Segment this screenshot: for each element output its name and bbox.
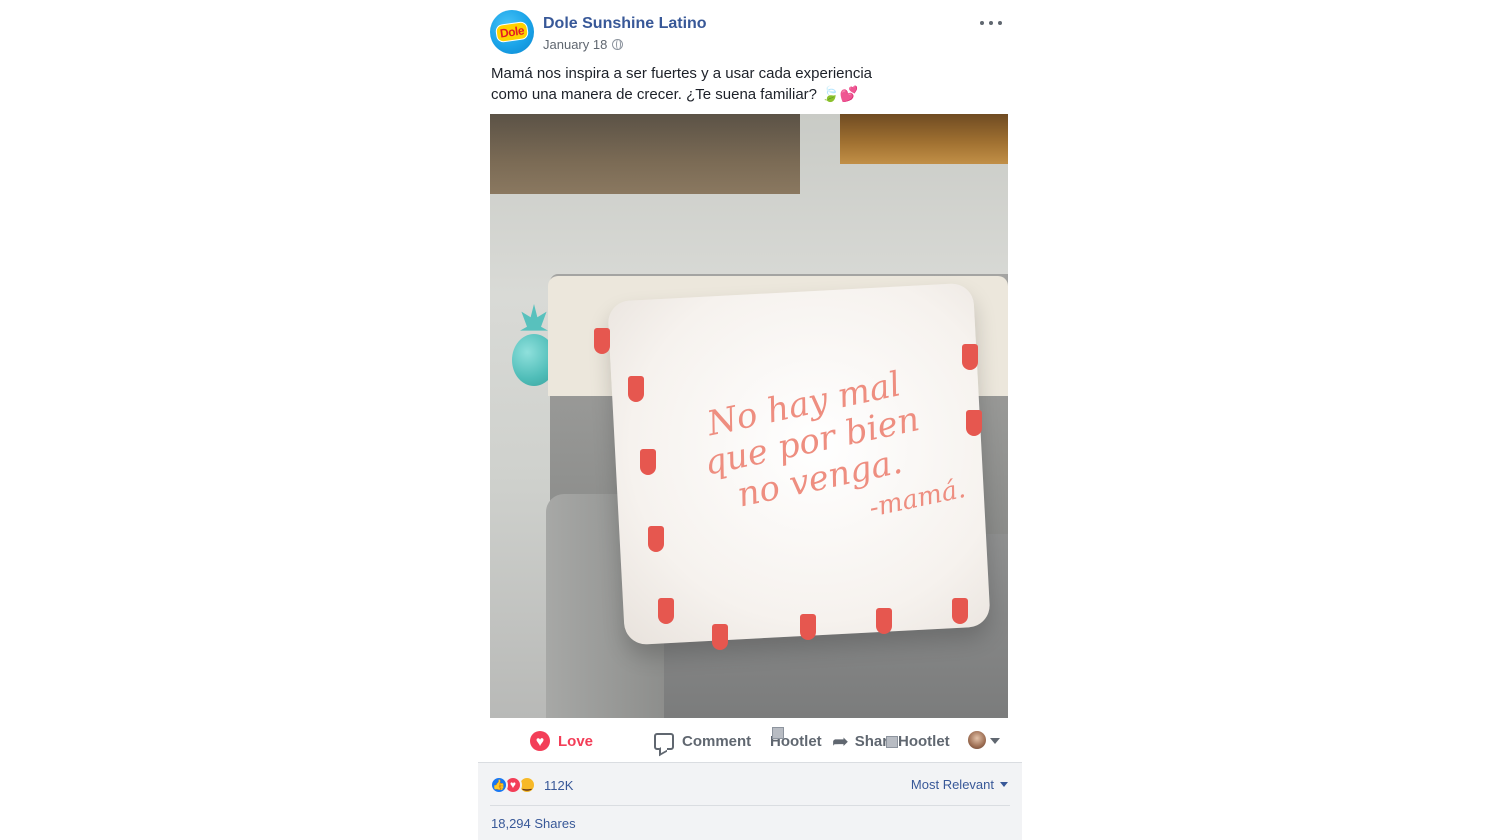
love-label: Love — [558, 732, 594, 750]
tassel — [658, 598, 674, 624]
post-timestamp[interactable]: January 18 — [543, 37, 624, 52]
tassel — [712, 624, 728, 650]
love-icon — [530, 731, 550, 751]
leaf-emoji-icon: 🍃 — [821, 86, 840, 103]
hootlet-icon — [886, 736, 898, 748]
comment-button[interactable]: Comment — [654, 730, 751, 752]
hearts-emoji-icon: 💕 — [839, 86, 859, 103]
reaction-summary[interactable]: 👍 ♥ ‿ 112K — [490, 776, 573, 794]
sort-label: Most Relevant — [910, 777, 994, 792]
post-photo[interactable]: No hay mal que por bien no venga. -mamá. — [490, 114, 1008, 718]
tassel — [800, 614, 816, 640]
chevron-down-icon — [1000, 782, 1008, 787]
reaction-count: 112K — [544, 777, 574, 793]
chevron-down-icon[interactable] — [990, 738, 1000, 744]
viewer-avatar[interactable] — [968, 731, 986, 749]
tassel — [952, 598, 968, 624]
more-options-icon[interactable] — [980, 18, 1002, 28]
dole-logo: Dole — [494, 20, 530, 44]
tassel — [876, 608, 892, 634]
hootlet-button[interactable]: Hootlet — [770, 727, 822, 752]
divider — [490, 805, 1010, 806]
like-reaction-icon: 👍 — [490, 776, 508, 794]
facebook-post: Dole Dole Sunshine Latino January 18 Mam… — [478, 0, 1022, 840]
tassel — [594, 328, 610, 354]
share-arrow-icon: ➦ — [832, 730, 849, 753]
wall-painting-right — [840, 114, 1008, 164]
post-message: Mamá nos inspira a ser fuertes y a usar … — [491, 63, 911, 105]
page-avatar[interactable]: Dole — [490, 10, 534, 54]
globe-icon — [612, 39, 624, 50]
shares-count-link[interactable]: 18,294 Shares — [491, 816, 576, 831]
tassel — [966, 410, 982, 436]
tassel — [648, 526, 664, 552]
love-button[interactable]: Love — [530, 730, 593, 752]
hootlet-icon — [772, 727, 784, 739]
share-hootlet-button[interactable]: Hootlet — [886, 730, 950, 752]
page-name-link[interactable]: Dole Sunshine Latino — [543, 15, 707, 33]
post-action-bar: Love Comment Hootlet ➦ Share Hootlet — [478, 720, 1022, 762]
tassel — [640, 449, 656, 475]
post-message-text: Mamá nos inspira a ser fuertes y a usar … — [491, 65, 873, 103]
tassel — [962, 344, 978, 370]
comment-sort-dropdown[interactable]: Most Relevant — [911, 777, 1008, 792]
post-header: Dole Dole Sunshine Latino January 18 — [490, 10, 1010, 56]
post-date-text: January 18 — [543, 37, 608, 52]
post-footer: 👍 ♥ ‿ 112K Most Relevant 18,294 Shares — [478, 762, 1022, 840]
comment-label: Comment — [682, 732, 752, 750]
comment-icon — [654, 732, 674, 750]
tassel — [628, 376, 644, 402]
share-hootlet-label: Hootlet — [898, 732, 950, 750]
wall-painting-left — [490, 114, 800, 194]
